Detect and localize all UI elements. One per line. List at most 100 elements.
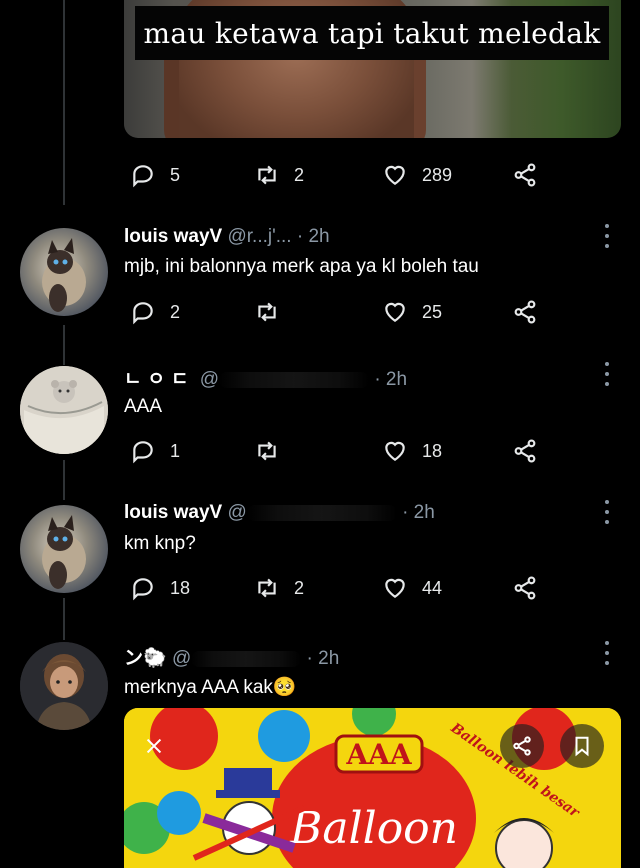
more-vertical-icon [605,362,609,366]
cat-photo [42,238,86,312]
tweet-header: louis wayV @ · 2h [124,502,435,524]
retweet-icon [258,302,276,322]
share-icon [514,439,536,463]
cat-photo [42,515,86,589]
avatar[interactable] [20,228,108,316]
share-icon [514,300,536,324]
like-count: 289 [422,164,453,185]
reply-button[interactable]: 5 [130,160,180,190]
tweet-time[interactable]: · 2h [307,648,340,669]
avatar[interactable] [20,642,108,730]
avatar[interactable] [20,366,108,454]
tweet-actions: 1 18 [124,436,544,466]
reply-icon [133,302,153,325]
image-share-button[interactable] [500,724,544,768]
retweet-icon [258,578,276,598]
reply-button[interactable]: 1 [130,436,180,466]
tweet-text: merknya AAA kak🥺 [124,677,297,698]
more-button[interactable] [602,362,612,386]
retweet-count: 2 [294,577,305,598]
more-vertical-icon [605,500,609,504]
user-name[interactable]: louis wayV [124,502,222,523]
reply-count: 2 [170,301,181,322]
top-post-actions: 5 2 289 [124,160,544,190]
tweet-actions: 18 2 44 [124,573,544,603]
share-button[interactable] [512,297,538,327]
thread-line [63,598,65,640]
heart-icon [385,578,405,598]
like-count: 25 [422,301,443,322]
tweet-actions: 2 25 [124,297,544,327]
retweet-icon [258,165,276,185]
more-button[interactable] [602,500,612,524]
thread-line [63,325,65,365]
reply-icon [133,441,153,464]
share-icon [514,163,536,187]
retweet-button[interactable]: 2 [254,573,304,603]
share-button[interactable] [512,160,538,190]
person-photo [20,642,108,730]
reply-count: 18 [170,577,191,598]
tweet-text: AAA [124,396,163,417]
retweet-button[interactable]: 2 [254,160,304,190]
more-vertical-icon [605,224,609,228]
thread-line [63,0,65,205]
tweet-time[interactable]: · 2h [374,369,407,390]
like-button[interactable]: 25 [382,297,442,327]
bear-photo [20,366,108,454]
retweet-button[interactable] [254,436,294,466]
tweet-text: km knp? [124,533,196,554]
user-name[interactable]: louis wayV [124,226,222,247]
user-name[interactable]: ㄴㅇㄷ [124,369,194,390]
reply-button[interactable]: 18 [130,573,190,603]
like-button[interactable]: 289 [382,160,452,190]
user-handle[interactable]: @ [172,648,191,669]
heart-icon [385,441,405,461]
share-button[interactable] [512,573,538,603]
thread-line [63,460,65,500]
retweet-button[interactable] [254,297,294,327]
more-button[interactable] [602,641,612,665]
heart-icon [385,165,405,185]
more-vertical-icon [605,641,609,645]
user-handle[interactable]: @r...j'... [227,226,291,247]
tweet-header: ㄴㅇㄷ @ · 2h [124,364,407,391]
bookmark-icon [575,736,589,757]
retweet-count: 2 [294,164,305,185]
reply-image[interactable]: AAA Balloon Balloon lebih besar [124,708,621,868]
like-count: 44 [422,577,443,598]
heart-icon [385,302,405,322]
tweet-text: mjb, ini balonnya merk apa ya kl boleh t… [124,256,479,277]
share-icon [513,736,531,756]
bookmark-button[interactable] [560,724,604,768]
reply-icon [133,578,153,601]
redacted-handle [191,650,302,667]
tweet-header: ン🐑 @ · 2h [124,643,339,670]
brand-badge-text: AAA [345,738,412,771]
user-handle[interactable]: @ [227,502,246,523]
balloon-package-art: AAA Balloon Balloon lebih besar [124,708,621,868]
share-button[interactable] [512,436,538,466]
tweet-time[interactable]: · 2h [297,226,330,247]
image-caption: mau ketawa tapi takut meledak [135,6,609,60]
user-handle[interactable]: @ [200,369,219,390]
tweet-time[interactable]: · 2h [402,502,435,523]
redacted-handle [219,371,370,388]
like-count: 18 [422,440,443,461]
reply-count: 5 [170,164,181,185]
tweet-header: louis wayV @r...j'... · 2h [124,226,330,248]
brand-word-text: Balloon [289,803,458,854]
like-button[interactable]: 18 [382,436,442,466]
share-icon [514,576,536,600]
reply-count: 1 [170,440,181,461]
user-name[interactable]: ン🐑 [124,648,167,669]
close-button[interactable] [132,724,176,768]
reply-icon [133,165,153,188]
close-icon [146,738,162,754]
redacted-handle [246,504,397,521]
more-button[interactable] [602,224,612,248]
reply-button[interactable]: 2 [130,297,180,327]
like-button[interactable]: 44 [382,573,442,603]
retweet-icon [258,441,276,461]
avatar[interactable] [20,505,108,593]
